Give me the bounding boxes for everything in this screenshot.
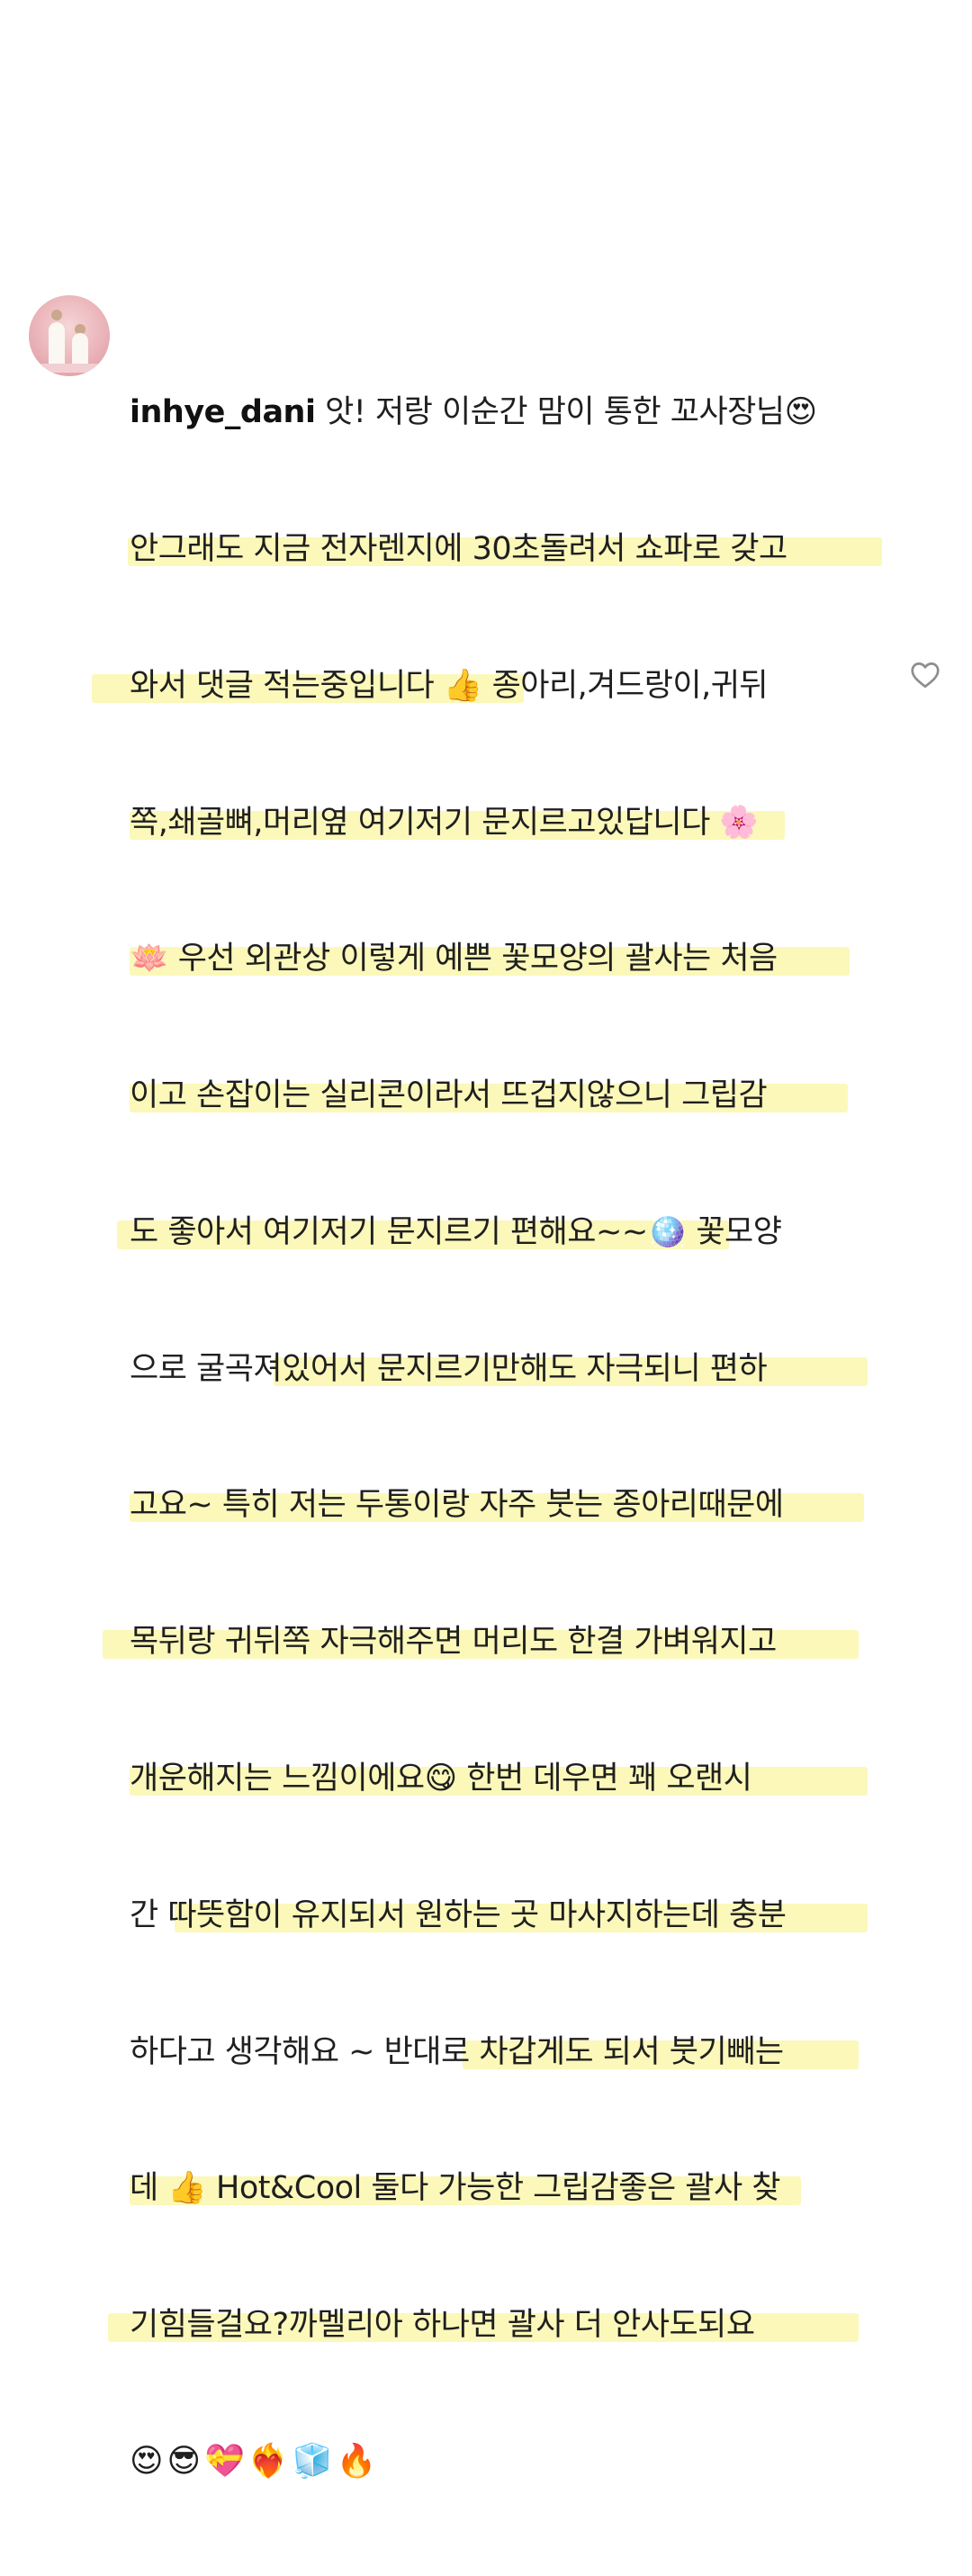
comment-line: 간 따뜻함이 유지되서 원하는 곳 마사지하는데 충분 [130,1893,881,1939]
comment-line: 이고 손잡이는 실리콘이라서 뜨겁지않으니 그립감 [130,1073,881,1119]
comment-line: 고요~ 특히 저는 두통이랑 자주 붓는 종아리때문에 [130,1482,881,1528]
heart-outline-icon[interactable] [909,659,941,691]
avatar[interactable] [29,295,110,376]
comment-line: 안그래도 지금 전자렌지에 30초돌려서 쇼파로 갖고 [128,527,882,572]
comment-line: 목뒤랑 귀뒤쪽 자극해주면 머리도 한결 가벼워지고 [103,1619,881,1665]
comment-line: 🪷 우선 외관상 이렇게 예쁜 꽃모양의 괄사는 처음 [130,936,881,982]
comment-text: inhye_dani 앗! 저랑 이순간 맘이 통한 꼬사장님😍 안그래도 지금… [92,299,882,2576]
comment-line: 기힘들걸요?까멜리아 하나면 괄사 더 안사도되요 [108,2302,881,2348]
comment-line: inhye_dani 앗! 저랑 이순간 맘이 통한 꼬사장님😍 [130,394,817,431]
comment-line: 개운해지는 느낌이에요😋 한번 데우면 꽤 오랜시 [130,1756,881,1802]
comment-line: 와서 댓글 적는중입니다 👍 종아리,겨드랑이,귀뒤 [92,663,881,709]
comment-line: 도 좋아서 여기저기 문지르기 편해요~~🪩 꽃모양 [117,1210,881,1256]
comment-line: 데 👍 Hot&Cool 둘다 가능한 그립감좋은 괄사 찾 [130,2166,881,2211]
comment-line: 으로 굴곡져있어서 문지르기만해도 자극되니 편하 [130,1347,881,1392]
username-link[interactable]: inhye_dani [130,394,316,430]
comment-line: 쪽,쇄골뼈,머리옆 여기저기 문지르고있답니다 🌸 [130,800,881,846]
comment-emojis: 😍😎💝❤️‍🔥🧊🔥 [130,2442,381,2480]
comment-line: 하다고 생각해요 ~ 반대로 차갑게도 되서 붓기빼는 [130,2030,881,2076]
